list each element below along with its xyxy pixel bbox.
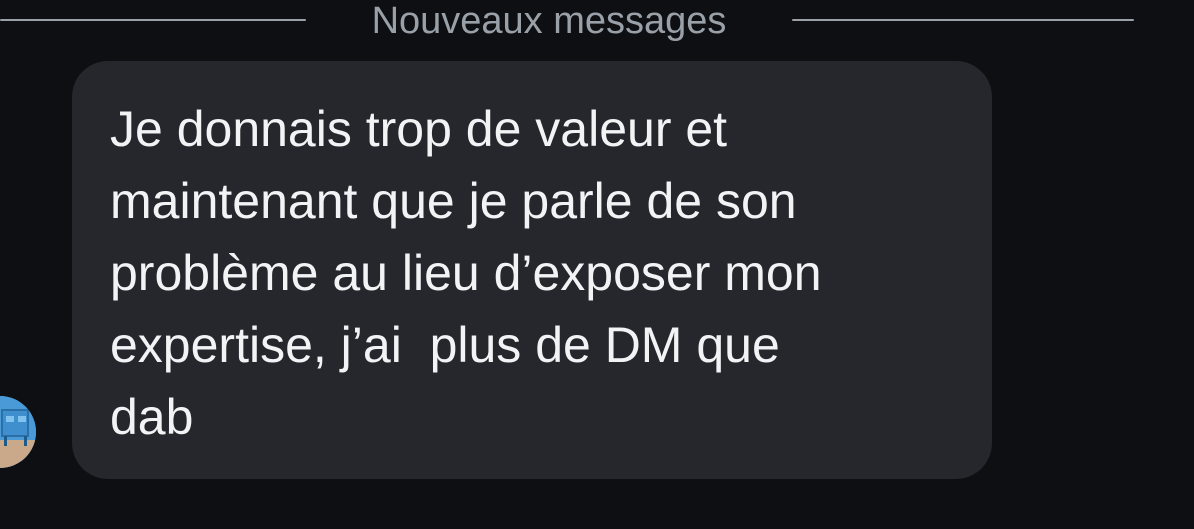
- sender-avatar[interactable]: [0, 396, 36, 468]
- divider-line-right: [792, 19, 1134, 21]
- avatar-photo-icon: [0, 396, 36, 468]
- message-line: Je donnais trop de valeur et: [110, 101, 728, 157]
- message-bubble[interactable]: Je donnais trop de valeur et maintenant …: [72, 61, 992, 479]
- message-line: expertise, j’ai plus de DM que: [110, 317, 780, 373]
- divider-line-left: [0, 19, 306, 21]
- message-line: problème au lieu d’exposer mon: [110, 245, 822, 301]
- message-line: dab: [110, 389, 194, 445]
- message-line: maintenant que je parle de son: [110, 173, 797, 229]
- new-messages-divider: Nouveaux messages: [0, 0, 1194, 44]
- new-messages-label: Nouveaux messages: [371, 0, 727, 42]
